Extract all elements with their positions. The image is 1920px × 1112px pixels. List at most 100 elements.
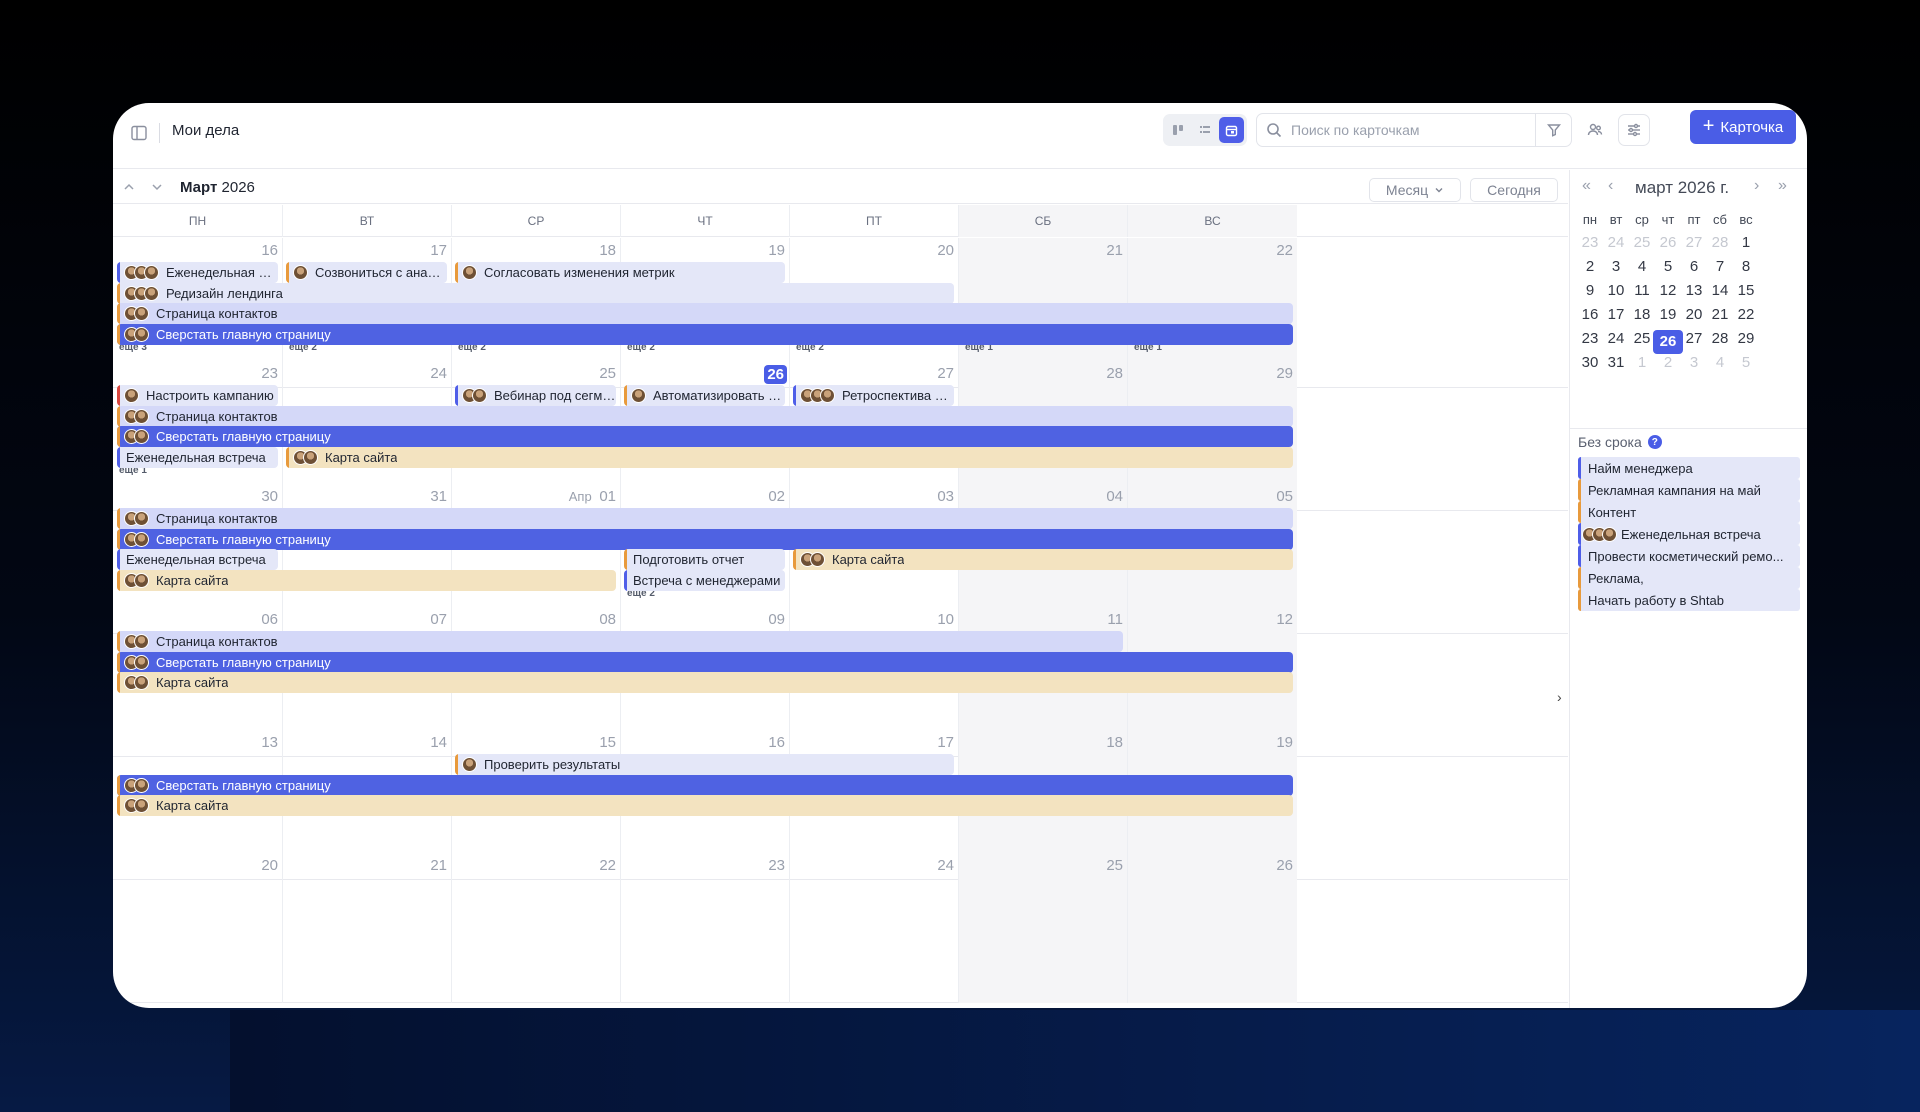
event-card[interactable]: Автоматизировать расс... — [624, 385, 785, 406]
members-filter-icon[interactable] — [1579, 114, 1611, 146]
view-switcher — [1163, 114, 1247, 146]
event-card[interactable]: Созвониться с аналитик... — [286, 262, 447, 283]
day-cell[interactable]: 20 — [113, 853, 282, 1003]
avatar — [134, 511, 149, 526]
board-view-icon[interactable] — [1166, 117, 1191, 143]
event-card[interactable]: Редизайн лендинга — [117, 282, 954, 304]
event-card[interactable]: Сверстать главную страницу — [117, 426, 1293, 447]
day-cell[interactable]: 25 — [958, 853, 1127, 1003]
settings-sliders-icon[interactable] — [1618, 114, 1650, 146]
event-card[interactable]: Настроить кампанию — [117, 385, 278, 406]
no-due-item-title: Еженедельная встреча — [1621, 526, 1761, 542]
prev-year-double-chevron-icon[interactable]: « — [1582, 177, 1591, 195]
chevron-right-icon[interactable]: › — [1557, 689, 1562, 705]
event-card[interactable]: Страница контактов — [117, 303, 1293, 324]
event-card[interactable]: Встреча с менеджерами — [624, 569, 785, 591]
day-number: 24 — [430, 365, 447, 382]
day-cell[interactable]: 23 — [620, 853, 789, 1003]
mini-day[interactable]: 15 — [1731, 282, 1761, 299]
avatar — [303, 449, 318, 465]
day-cell[interactable]: 21 — [282, 853, 451, 1003]
list-view-icon[interactable] — [1193, 117, 1218, 143]
assignee-avatars — [293, 265, 308, 280]
no-due-item[interactable]: Еженедельная встреча — [1578, 523, 1800, 545]
event-title: Карта сайта — [156, 798, 229, 813]
event-card[interactable]: Вебинар под сегмент — [455, 385, 616, 406]
event-title: Проверить результаты — [484, 757, 621, 772]
day-number: 23 — [768, 857, 785, 874]
no-due-item[interactable]: Начать работу в Shtab — [1578, 589, 1800, 611]
add-card-button[interactable]: + Карточка — [1690, 110, 1796, 144]
day-number: 03 — [937, 488, 954, 505]
event-card[interactable]: Сверстать главную страницу — [117, 528, 1293, 550]
next-year-double-chevron-icon[interactable]: » — [1778, 177, 1787, 195]
mini-day[interactable]: 29 — [1731, 330, 1761, 347]
event-card[interactable]: Ретроспектива по пр... — [793, 385, 954, 406]
search-input[interactable] — [1291, 122, 1529, 138]
calendar-nav: Март 2026 Месяц Сегодня — [113, 170, 1568, 204]
event-color-bar — [117, 323, 120, 345]
event-card[interactable]: Подготовить отчет — [624, 549, 785, 570]
event-card[interactable]: Еженедельная встреча — [117, 549, 278, 570]
event-card[interactable]: Сверстать главную страницу — [117, 651, 1293, 673]
event-title: Сверстать главную страницу — [156, 531, 331, 547]
avatar — [134, 572, 149, 588]
mini-day[interactable]: 5 — [1731, 354, 1761, 371]
item-color-bar — [1578, 567, 1581, 589]
event-card[interactable]: Карта сайта — [117, 672, 1293, 693]
day-number: 27 — [937, 365, 954, 382]
event-title: Страница контактов — [156, 634, 278, 649]
mini-day[interactable]: 22 — [1731, 306, 1761, 323]
event-card[interactable]: Карта сайта — [793, 549, 1293, 570]
assignee-avatars — [124, 408, 149, 424]
filter-icon[interactable] — [1535, 114, 1571, 146]
assignee-avatars — [124, 388, 139, 403]
next-month-chevron-icon[interactable]: › — [1754, 177, 1759, 195]
event-card[interactable]: Карта сайта — [117, 795, 1293, 816]
event-card[interactable]: Карта сайта — [286, 446, 1293, 468]
day-cell[interactable]: 26 — [1127, 853, 1297, 1003]
add-card-label: Карточка — [1720, 118, 1784, 136]
background-gradient — [230, 1010, 1920, 1112]
prev-month-chevron-up-icon[interactable] — [120, 178, 138, 196]
event-card[interactable]: Страница контактов — [117, 405, 1293, 427]
help-icon[interactable]: ? — [1647, 435, 1662, 449]
event-title: Карта сайта — [156, 675, 229, 690]
day-number: 20 — [937, 242, 954, 259]
no-due-item[interactable]: Провести косметический ремо... — [1578, 545, 1800, 567]
next-month-chevron-down-icon[interactable] — [148, 178, 166, 196]
sidebar-toggle-icon[interactable] — [127, 121, 151, 145]
event-card[interactable]: Проверить результаты — [455, 754, 954, 775]
day-cell[interactable]: 24 — [789, 853, 958, 1003]
day-number: 14 — [430, 734, 447, 751]
day-number: 25 — [599, 365, 616, 382]
day-number: 16 — [768, 734, 785, 751]
no-due-item[interactable]: Реклама, — [1578, 567, 1800, 589]
no-due-item[interactable]: Контент — [1578, 501, 1800, 523]
event-card[interactable]: Еженедельная встреча — [117, 446, 278, 468]
view-select[interactable]: Месяц — [1369, 178, 1461, 202]
no-due-item[interactable]: Рекламная кампания на май — [1578, 479, 1800, 501]
mini-day[interactable]: 8 — [1731, 258, 1761, 275]
day-number: 29 — [1276, 365, 1293, 382]
mini-day[interactable]: 1 — [1731, 234, 1761, 251]
no-due-item[interactable]: Найм менеджера — [1578, 457, 1800, 479]
event-card[interactable]: Карта сайта — [117, 569, 616, 591]
event-title: Страница контактов — [156, 306, 278, 321]
event-card[interactable]: Сверстать главную страницу — [117, 774, 1293, 796]
event-card[interactable]: Сверстать главную страницу — [117, 323, 1293, 345]
event-title: Сверстать главную страницу — [156, 326, 331, 342]
avatar — [293, 265, 308, 280]
event-card[interactable]: Еженедельная встреча — [117, 262, 278, 283]
weekday-label: ВС — [1127, 205, 1297, 237]
assignee-avatars — [124, 531, 149, 547]
event-card[interactable]: Страница контактов — [117, 508, 1293, 529]
today-button[interactable]: Сегодня — [1470, 178, 1558, 202]
day-cell[interactable]: 22 — [451, 853, 620, 1003]
event-card[interactable]: Согласовать изменения метрик — [455, 262, 785, 283]
avatar — [472, 388, 487, 403]
prev-month-chevron-icon[interactable]: ‹ — [1608, 177, 1613, 195]
event-card[interactable]: Страница контактов — [117, 631, 1123, 652]
calendar-view-icon[interactable] — [1219, 117, 1245, 143]
assignee-avatars — [124, 429, 149, 444]
